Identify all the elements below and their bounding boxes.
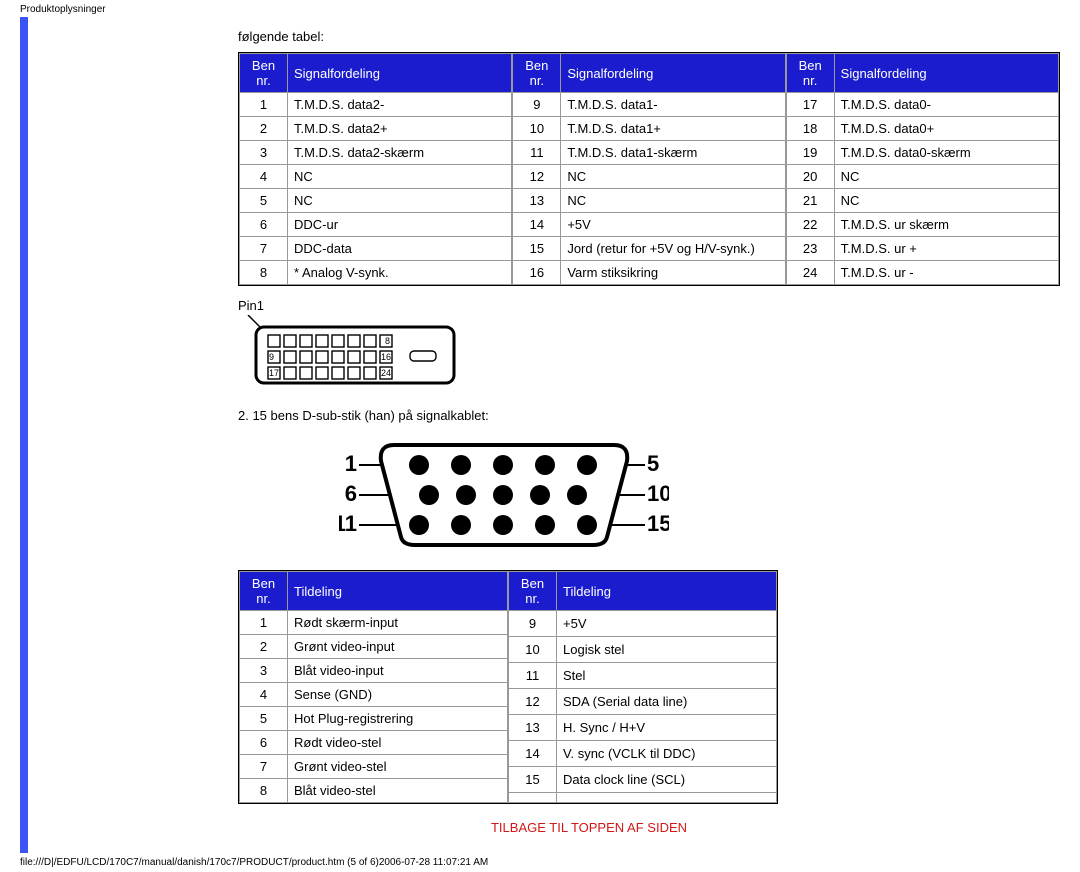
table-row: 10Logisk stel <box>509 637 777 663</box>
table-row: 17T.M.D.S. data0- <box>786 93 1058 117</box>
assign-table-col2: Ben nr. Tildeling 9+5V 10Logisk stel 11S… <box>508 571 777 803</box>
svg-text:15: 15 <box>647 511 669 536</box>
svg-text:17: 17 <box>269 368 279 378</box>
th-sig: Signalfordeling <box>561 54 785 93</box>
svg-text:10: 10 <box>647 481 669 506</box>
th-sig: Signalfordeling <box>834 54 1058 93</box>
table-row: 14+5V <box>513 213 785 237</box>
svg-text:24: 24 <box>381 368 391 378</box>
th-pin: Ben nr. <box>786 54 834 93</box>
table-row: 5NC <box>240 189 512 213</box>
table-row: 2Grønt video-input <box>240 635 508 659</box>
table-row: 6Rødt video-stel <box>240 731 508 755</box>
signal-table-col3: Ben nr. Signalfordeling 17T.M.D.S. data0… <box>786 53 1059 285</box>
table-row: 13NC <box>513 189 785 213</box>
svg-text:9: 9 <box>269 352 274 362</box>
main-content: følgende tabel: Ben nr. Signalfordeling … <box>48 17 1080 853</box>
table-row: 21NC <box>786 189 1058 213</box>
signal-table-col1: Ben nr. Signalfordeling 1T.M.D.S. data2-… <box>239 53 512 285</box>
svg-text:11: 11 <box>339 511 357 536</box>
table-row: 1T.M.D.S. data2- <box>240 93 512 117</box>
th-pin: Ben nr. <box>509 572 557 611</box>
th-assign: Tildeling <box>557 572 777 611</box>
assignment-table-2col: Ben nr. Tildeling 1Rødt skærm-input 2Grø… <box>238 570 778 804</box>
table-row: 16Varm stiksikring <box>513 261 785 285</box>
svg-text:6: 6 <box>345 481 357 506</box>
table-row: 15Jord (retur for +5V og H/V-synk.) <box>513 237 785 261</box>
table-row: 13H. Sync / H+V <box>509 715 777 741</box>
table-row: 15Data clock line (SCL) <box>509 767 777 793</box>
intro-text: følgende tabel: <box>238 29 1060 44</box>
th-assign: Tildeling <box>288 572 508 611</box>
table-row: 7DDC-data <box>240 237 512 261</box>
sidebar-stripe <box>0 17 48 853</box>
table-row: 3Blåt video-input <box>240 659 508 683</box>
table-row: 19T.M.D.S. data0-skærm <box>786 141 1058 165</box>
table-row: 2T.M.D.S. data2+ <box>240 117 512 141</box>
svg-text:16: 16 <box>381 352 391 362</box>
th-pin: Ben nr. <box>240 54 288 93</box>
dvi-connector-diagram: 8 9 16 17 24 <box>238 315 1060 394</box>
footer-path: file:///D|/EDFU/LCD/170C7/manual/danish/… <box>0 853 1080 872</box>
svg-text:1: 1 <box>345 451 357 476</box>
page-header-title: Produktoplysninger <box>0 0 1080 17</box>
assign-table-col1: Ben nr. Tildeling 1Rødt skærm-input 2Grø… <box>239 571 508 803</box>
table-row: 11T.M.D.S. data1-skærm <box>513 141 785 165</box>
table-row: 3T.M.D.S. data2-skærm <box>240 141 512 165</box>
signal-table-3col: Ben nr. Signalfordeling 1T.M.D.S. data2-… <box>238 52 1060 286</box>
table-row: 24T.M.D.S. ur - <box>786 261 1058 285</box>
table-row: 10T.M.D.S. data1+ <box>513 117 785 141</box>
table-row: 8Blåt video-stel <box>240 779 508 803</box>
svg-text:8: 8 <box>385 336 390 346</box>
vga-caption: 2. 15 bens D-sub-stik (han) på signalkab… <box>238 408 1060 423</box>
table-row: 9+5V <box>509 611 777 637</box>
svg-text:5: 5 <box>647 451 659 476</box>
table-row: 1Rødt skærm-input <box>240 611 508 635</box>
back-to-top-link[interactable]: TILBAGE TIL TOPPEN AF SIDEN <box>238 820 1060 835</box>
th-pin: Ben nr. <box>240 572 288 611</box>
table-row: 9T.M.D.S. data1- <box>513 93 785 117</box>
th-pin: Ben nr. <box>513 54 561 93</box>
table-row: 6DDC-ur <box>240 213 512 237</box>
table-row: 22T.M.D.S. ur skærm <box>786 213 1058 237</box>
table-row: 4NC <box>240 165 512 189</box>
table-row: 12SDA (Serial data line) <box>509 689 777 715</box>
table-row: 12NC <box>513 165 785 189</box>
table-row: 7Grønt video-stel <box>240 755 508 779</box>
pin1-label: Pin1 <box>238 298 1060 313</box>
vga-connector-diagram: 1 6 11 5 10 15 <box>238 433 1060 556</box>
table-row <box>509 793 777 803</box>
table-row: 20NC <box>786 165 1058 189</box>
table-row: 11Stel <box>509 663 777 689</box>
th-sig: Signalfordeling <box>288 54 512 93</box>
table-row: 8* Analog V-synk. <box>240 261 512 285</box>
page-layout: følgende tabel: Ben nr. Signalfordeling … <box>0 17 1080 853</box>
table-row: 23T.M.D.S. ur + <box>786 237 1058 261</box>
table-row: 4Sense (GND) <box>240 683 508 707</box>
table-row: 5Hot Plug-registrering <box>240 707 508 731</box>
table-row: 18T.M.D.S. data0+ <box>786 117 1058 141</box>
table-row: 14V. sync (VCLK til DDC) <box>509 741 777 767</box>
signal-table-col2: Ben nr. Signalfordeling 9T.M.D.S. data1-… <box>512 53 785 285</box>
